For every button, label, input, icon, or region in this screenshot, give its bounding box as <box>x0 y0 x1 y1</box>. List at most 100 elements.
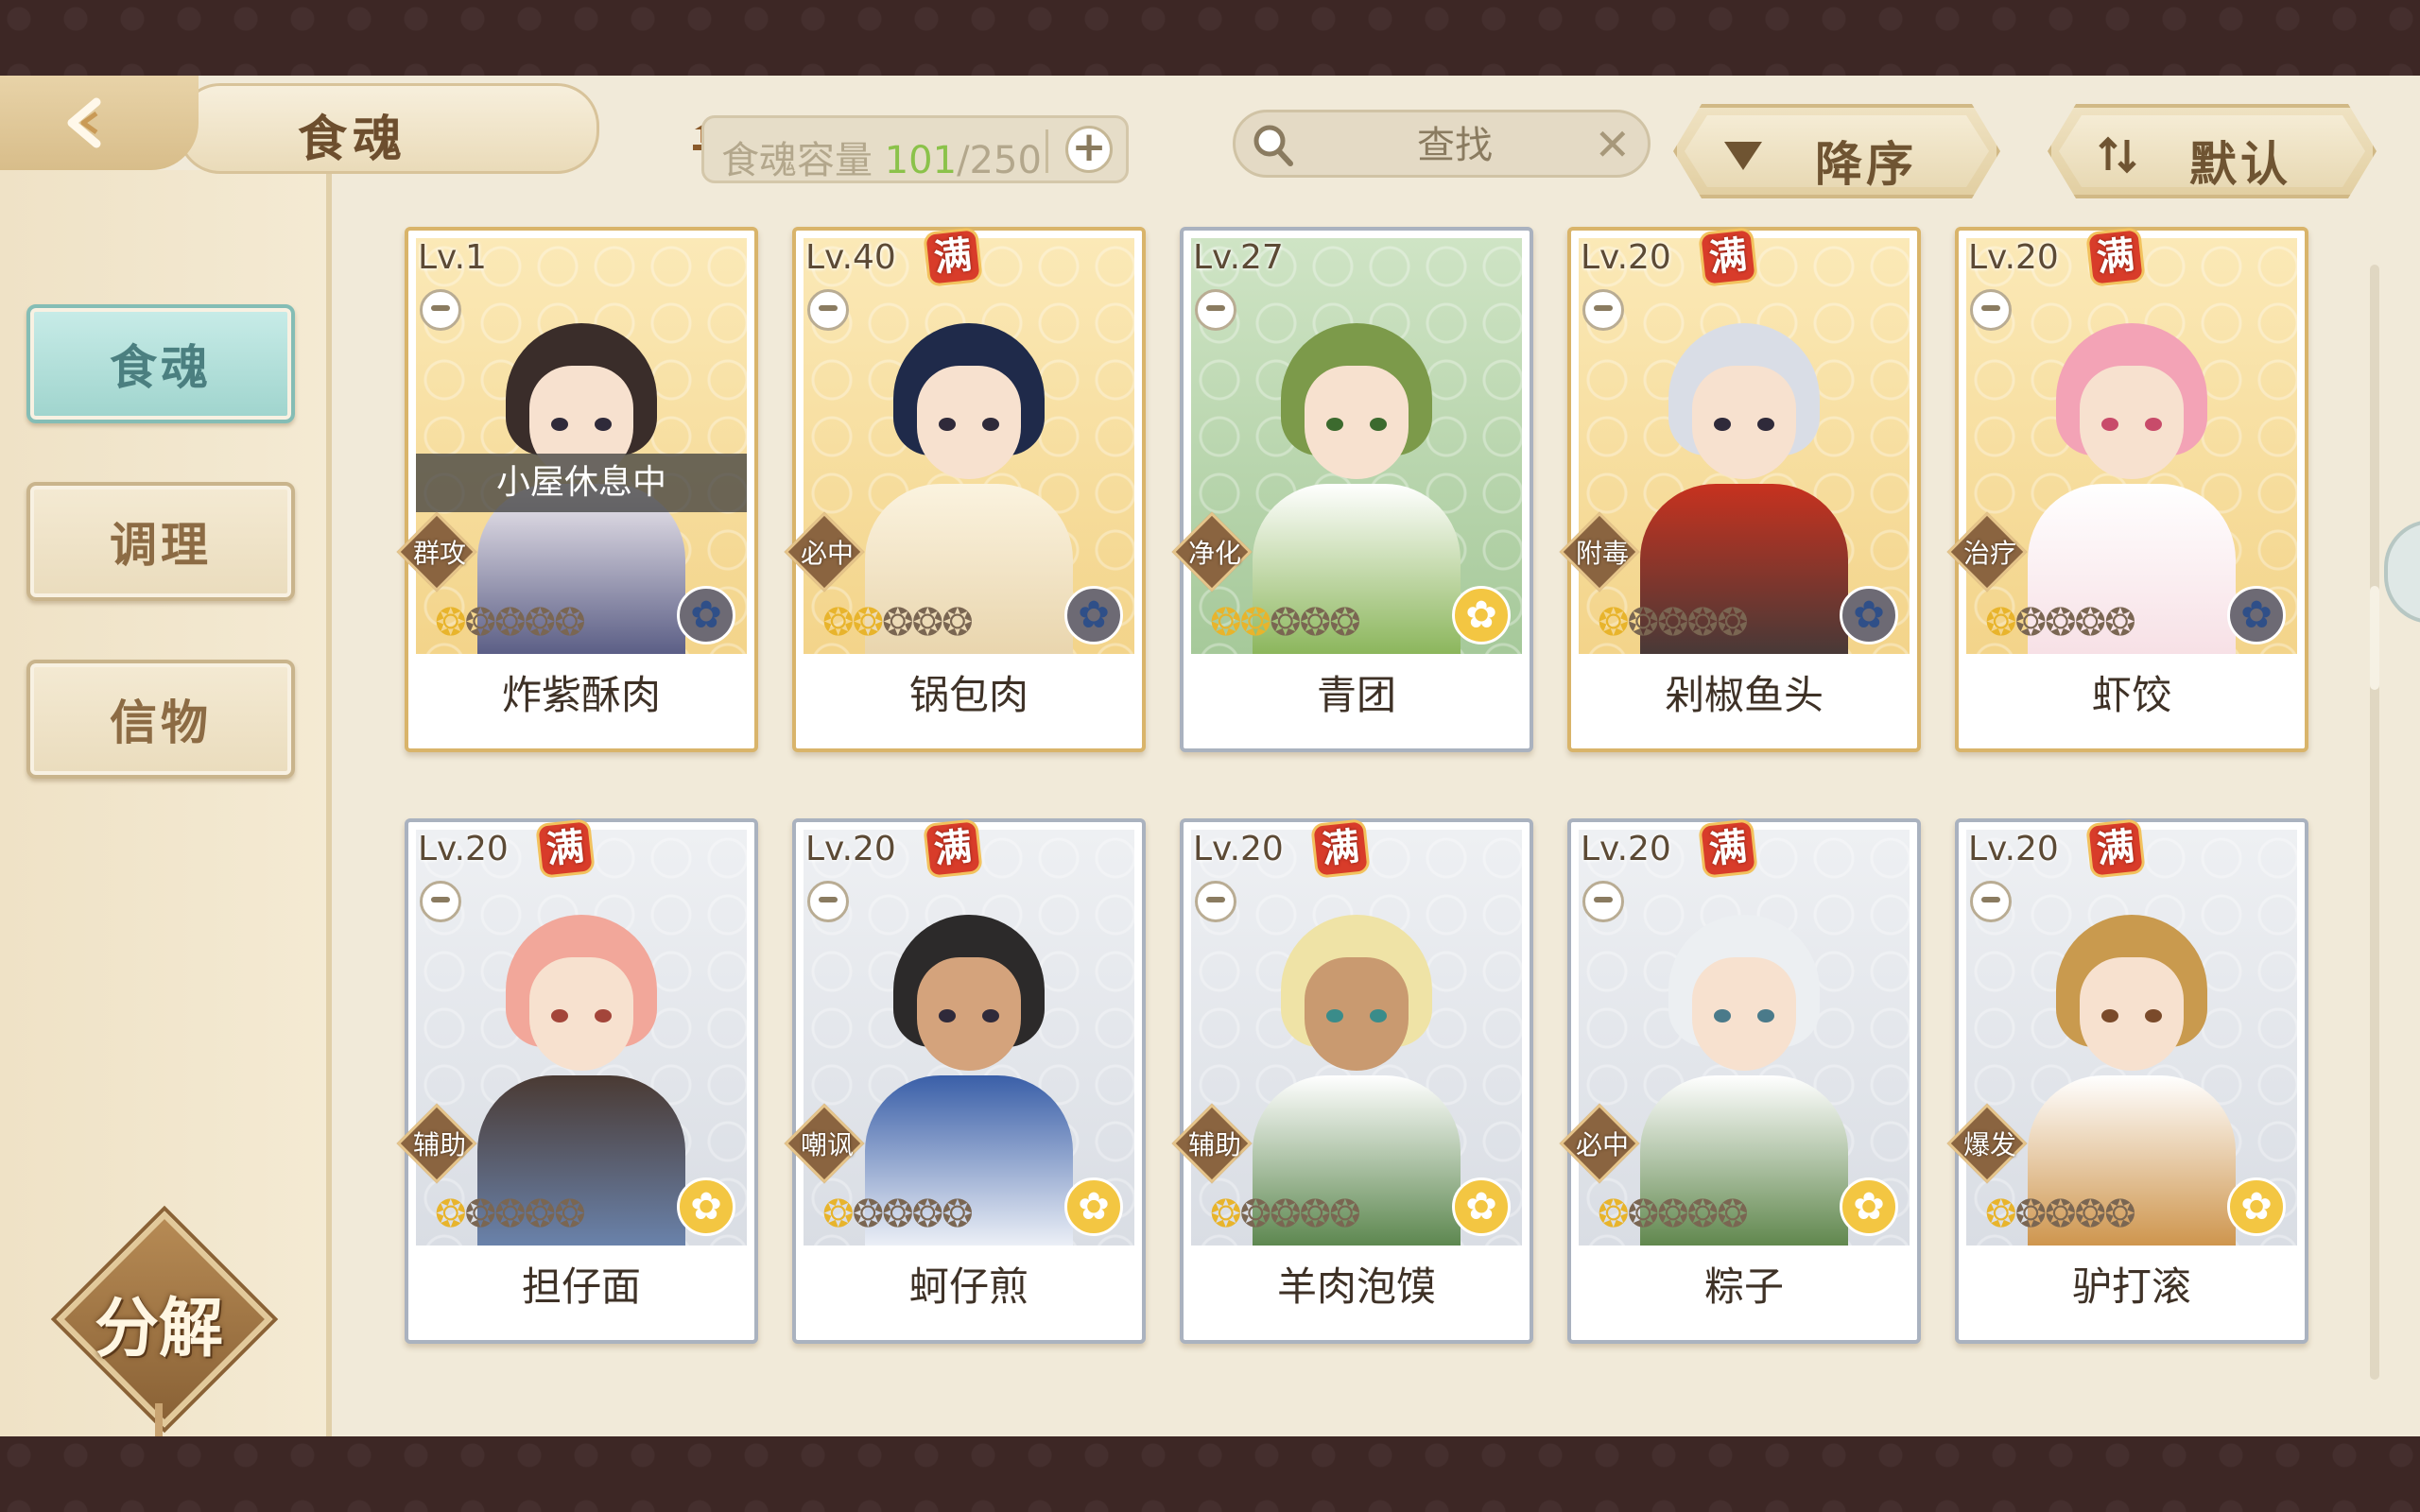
food-soul-card[interactable]: Lv.20 满 爆发 ❂❂❂❂❂ ✿ 驴打滚 <box>1946 818 2308 1344</box>
sort-order-button[interactable]: 降序 <box>1673 104 2000 198</box>
sidebar-item-food-soul[interactable]: 食魂 <box>26 304 295 423</box>
tassel-decoration <box>155 1403 163 1436</box>
bottom-border <box>0 1436 2420 1512</box>
food-soul-card[interactable]: Lv.20 满 辅助 ❂❂❂❂❂ ✿ 羊肉泡馍 <box>1171 818 1533 1344</box>
role-label: 附毒 <box>1575 538 1629 569</box>
capacity-label: 食魂容量 <box>721 139 873 182</box>
level-label: Lv.40 <box>805 238 896 277</box>
food-soul-screen: 食魂 调理 信物 分解 食魂 食魂容量 101/250 + 查找 ✕ 降序 默认… <box>0 76 2420 1436</box>
sidebar-item-label: 信物 <box>110 695 212 750</box>
level-label: Lv.20 <box>1193 830 1284 868</box>
star-rating: ❂❂❂❂❂ <box>1985 1193 2136 1236</box>
blue-flower-icon: ✿ <box>2227 586 2286 644</box>
scrollbar-thumb[interactable] <box>2370 586 2379 690</box>
capacity-text: 食魂容量 101/250 <box>721 129 1042 184</box>
role-label: 嘲讽 <box>800 1129 854 1160</box>
capacity-display: 食魂容量 101/250 + <box>701 115 1129 183</box>
role-label: 群攻 <box>412 538 466 569</box>
food-soul-card[interactable]: Lv.20 满 必中 ❂❂❂❂❂ ✿ 粽子 <box>1559 818 1921 1344</box>
max-badge: 满 <box>1313 821 1368 876</box>
star-rating: ❂❂❂❂❂ <box>1598 601 1749 644</box>
sort-mode-button[interactable]: 默认 <box>2048 104 2377 198</box>
back-button[interactable] <box>0 76 199 170</box>
blue-flower-icon: ✿ <box>677 586 735 644</box>
star-rating: ❂❂❂❂❂ <box>1210 601 1361 644</box>
food-soul-name: 蚵仔煎 <box>908 1263 1028 1310</box>
bowl-icon <box>420 881 461 922</box>
food-soul-name: 羊肉泡馍 <box>1276 1263 1436 1310</box>
bowl-icon <box>807 289 849 331</box>
star-rating: ❂❂❂❂❂ <box>1598 1193 1749 1236</box>
level-label: Lv.1 <box>418 238 487 277</box>
level-label: Lv.20 <box>418 830 509 868</box>
gold-flower-icon: ✿ <box>1840 1177 1898 1236</box>
food-soul-card[interactable]: Lv.20 满 嘲讽 ❂❂❂❂❂ ✿ 蚵仔煎 <box>784 818 1146 1344</box>
expand-capacity-button[interactable]: + <box>1065 126 1113 173</box>
role-label: 辅助 <box>412 1129 466 1160</box>
search-input[interactable] <box>1321 120 1589 171</box>
scrollbar-track[interactable] <box>2370 265 2379 1380</box>
level-label: Lv.27 <box>1193 238 1284 277</box>
food-soul-card[interactable]: Lv.20 满 辅助 ❂❂❂❂❂ ✿ 担仔面 <box>396 818 758 1344</box>
bowl-icon <box>807 881 849 922</box>
search-box: ✕ <box>1233 110 1651 178</box>
gold-flower-icon: ✿ <box>1452 586 1511 644</box>
food-soul-name: 虾饺 <box>2091 672 2171 718</box>
food-soul-name: 担仔面 <box>521 1263 641 1310</box>
back-arrow-icon <box>67 97 101 148</box>
level-label: Lv.20 <box>1581 830 1671 868</box>
role-label: 净化 <box>1187 538 1241 569</box>
sidebar-item-label: 食魂 <box>110 339 212 395</box>
level-label: Lv.20 <box>805 830 896 868</box>
blue-flower-icon: ✿ <box>1064 586 1123 644</box>
food-soul-name: 锅包肉 <box>908 672 1028 718</box>
bowl-icon <box>1970 289 2012 331</box>
food-soul-name: 青团 <box>1316 672 1396 718</box>
max-badge: 满 <box>2088 230 2143 284</box>
star-rating: ❂❂❂❂❂ <box>822 1193 974 1236</box>
gold-flower-icon: ✿ <box>1064 1177 1123 1236</box>
role-label: 必中 <box>1575 1129 1629 1160</box>
max-badge: 满 <box>925 821 980 876</box>
sidebar-item-label: 调理 <box>110 517 212 573</box>
gold-flower-icon: ✿ <box>1452 1177 1511 1236</box>
star-rating: ❂❂❂❂❂ <box>435 1193 586 1236</box>
triangle-down-icon <box>1720 136 1766 174</box>
decompose-button[interactable]: 分解 <box>55 1210 273 1436</box>
food-soul-name: 驴打滚 <box>2071 1263 2191 1310</box>
food-soul-card[interactable]: Lv.20 满 附毒 ❂❂❂❂❂ ✿ 剁椒鱼头 <box>1559 227 1921 752</box>
star-rating: ❂❂❂❂❂ <box>435 601 586 644</box>
capacity-current: 101 <box>884 139 958 182</box>
blue-flower-icon: ✿ <box>1840 586 1898 644</box>
food-soul-card[interactable]: Lv.1 小屋休息中 群攻 ❂❂❂❂❂ ✿ 炸紫酥肉 <box>396 227 758 752</box>
clear-search-icon[interactable]: ✕ <box>1594 118 1631 171</box>
scroll-handle[interactable] <box>2384 520 2420 624</box>
level-label: Lv.20 <box>1968 238 2059 277</box>
sidebar-item-conditioning[interactable]: 调理 <box>26 482 295 601</box>
role-label: 必中 <box>800 538 854 569</box>
food-soul-card[interactable]: Lv.27 净化 ❂❂❂❂❂ ✿ 青团 <box>1171 227 1533 752</box>
gold-flower-icon: ✿ <box>2227 1177 2286 1236</box>
capacity-total: /250 <box>957 139 1042 182</box>
sidebar-item-tokens[interactable]: 信物 <box>26 660 295 779</box>
max-badge: 满 <box>925 230 980 284</box>
bowl-icon <box>1582 289 1624 331</box>
top-border <box>0 0 2420 76</box>
bowl-icon <box>420 289 461 331</box>
swap-arrows-icon <box>2095 136 2140 174</box>
bowl-icon <box>1195 289 1236 331</box>
food-soul-card[interactable]: Lv.40 满 必中 ❂❂❂❂❂ ✿ 锅包肉 <box>784 227 1146 752</box>
bowl-icon <box>1970 881 2012 922</box>
food-soul-card[interactable]: Lv.20 满 治疗 ❂❂❂❂❂ ✿ 虾饺 <box>1946 227 2308 752</box>
food-soul-name: 炸紫酥肉 <box>501 672 661 718</box>
status-banner: 小屋休息中 <box>416 454 747 512</box>
role-label: 治疗 <box>1962 538 2016 569</box>
bowl-icon <box>1582 881 1624 922</box>
role-label: 爆发 <box>1962 1129 2016 1160</box>
search-icon <box>1253 125 1293 166</box>
level-label: Lv.20 <box>1968 830 2059 868</box>
divider <box>1046 129 1048 173</box>
star-rating: ❂❂❂❂❂ <box>1210 1193 1361 1236</box>
title-bar: 食魂 <box>178 83 740 174</box>
star-rating: ❂❂❂❂❂ <box>822 601 974 644</box>
